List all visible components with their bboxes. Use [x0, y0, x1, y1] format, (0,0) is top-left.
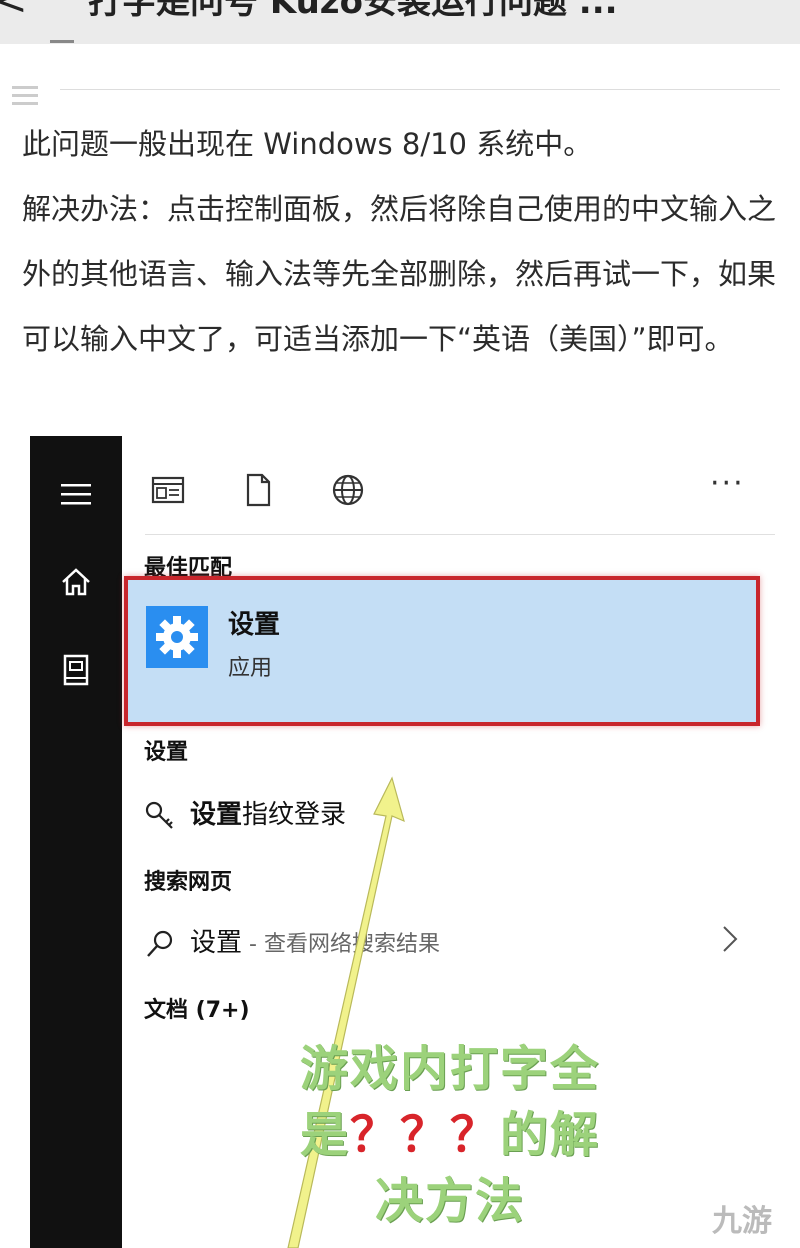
title-underline: [50, 40, 74, 43]
overlay-line-2-post: 的解: [500, 1107, 601, 1163]
overlay-question-marks: ？？？: [349, 1107, 500, 1163]
article-paragraph-1: 此问题一般出现在 Windows 8/10 系统中。: [22, 127, 593, 161]
overlay-caption: 游戏内打字全 是？？？的解 决方法: [270, 1036, 630, 1234]
watermark-logo: 九游: [712, 1204, 772, 1239]
overlay-line-2-pre: 是: [299, 1107, 350, 1163]
overlay-line-1: 游戏内打字全: [299, 1041, 600, 1097]
divider: [60, 89, 780, 90]
page-title: 打字是问号 Kuzo安装运行问题 ...: [88, 0, 618, 22]
back-button[interactable]: <: [0, 0, 28, 24]
list-menu-icon[interactable]: [12, 86, 38, 110]
article-body: 此问题一般出现在 Windows 8/10 系统中。 解决办法：点击控制面板，然…: [22, 112, 782, 372]
article-paragraph-2: 解决办法：点击控制面板，然后将除自己使用的中文输入之外的其他语言、输入法等先全部…: [22, 192, 777, 356]
overlay-line-3: 决方法: [374, 1173, 525, 1229]
title-bar: < 打字是问号 Kuzo安装运行问题 ...: [0, 0, 800, 44]
overlay-line-2: 是？？？的解: [270, 1102, 630, 1168]
embedded-screenshot: ··· 最佳匹配 设置 应用 设置 设置指纹登录 搜索网页 设置 - 查看网络搜…: [30, 436, 800, 1248]
